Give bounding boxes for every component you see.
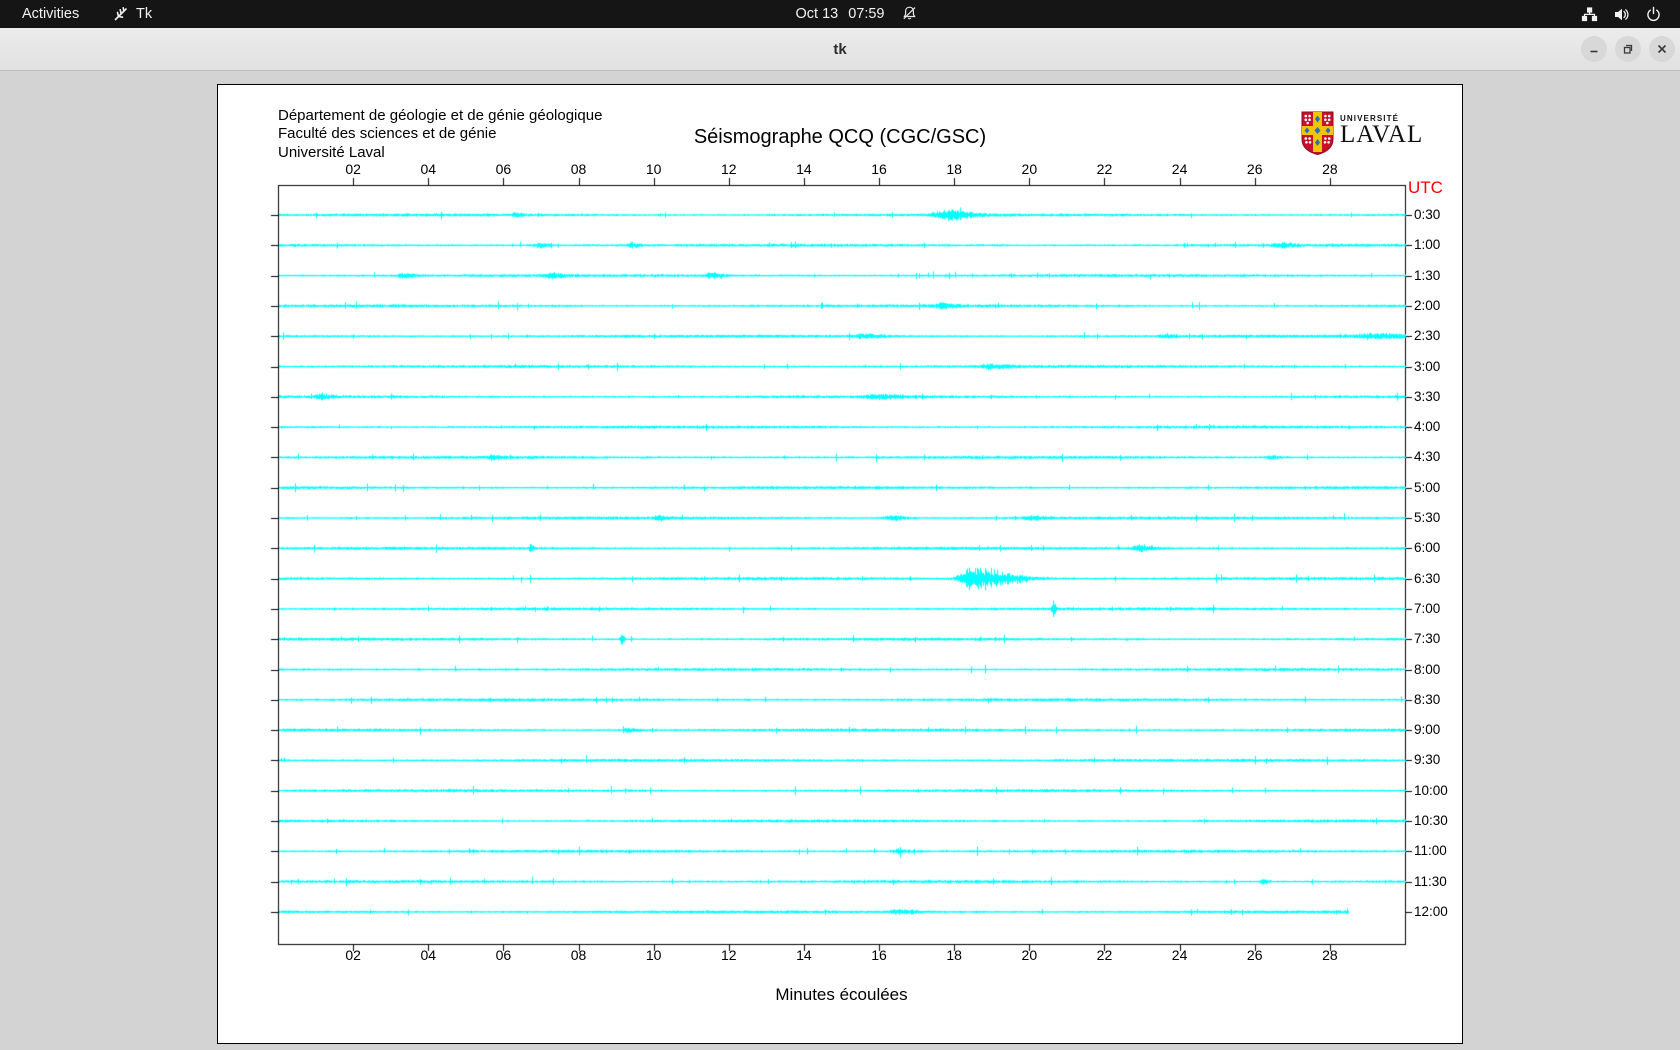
activities-button[interactable]: Activities: [18, 0, 83, 28]
trace-time-label: 5:00: [1414, 479, 1441, 495]
x-axis-caption: Minutes écoulées: [775, 985, 908, 1004]
network-icon: [1581, 6, 1598, 23]
top-bar: Activities Tk Oct 13 07:59: [0, 0, 1680, 28]
x-tick-label-bottom: 10: [645, 947, 662, 963]
universite-laval-logo: UNIVERSITÉ LAVAL: [1301, 111, 1423, 160]
time-label: 07:59: [848, 6, 885, 22]
focused-app-name[interactable]: Tk: [136, 0, 152, 28]
x-tick-label-top: 10: [645, 161, 662, 177]
x-tick-label-top: 16: [871, 161, 887, 177]
trace-time-label: 3:30: [1414, 388, 1441, 404]
header-line-1: Département de géologie et de génie géol…: [278, 107, 603, 124]
seismogram-canvas: [218, 85, 1462, 1043]
x-tick-label-bottom: 26: [1246, 947, 1263, 963]
utc-label: UTC: [1408, 178, 1443, 197]
x-tick-label-bottom: 20: [1021, 947, 1038, 963]
trace-time-label: 10:30: [1414, 813, 1448, 828]
trace-time-label: 6:30: [1414, 570, 1441, 586]
x-tick-label-bottom: 02: [345, 947, 361, 963]
window-title: tk: [833, 40, 847, 58]
trace-time-label: 11:00: [1414, 843, 1447, 859]
close-button[interactable]: [1649, 36, 1675, 62]
window-title-bar[interactable]: tk: [0, 28, 1680, 71]
trace-time-label: 9:30: [1414, 752, 1441, 768]
x-tick-label-top: 06: [495, 161, 512, 177]
laval-shield-icon: [1301, 111, 1334, 160]
bell-slash-icon: [901, 5, 918, 22]
trace-time-label: 2:00: [1414, 297, 1441, 313]
trace-time-label: 9:00: [1414, 722, 1441, 738]
x-tick-label-top: 26: [1246, 161, 1263, 177]
x-tick-label-bottom: 04: [420, 947, 437, 963]
x-tick-label-bottom: 14: [796, 947, 812, 963]
logo-laval-text: LAVAL: [1340, 121, 1424, 148]
trace-time-label: 3:00: [1414, 358, 1441, 374]
x-tick-label-top: 20: [1021, 161, 1038, 177]
x-tick-label-top: 22: [1096, 161, 1113, 177]
seismograph-panel: Département de géologie et de génie géol…: [217, 84, 1463, 1044]
maximize-button[interactable]: [1615, 36, 1641, 62]
x-tick-label-bottom: 16: [871, 947, 887, 963]
system-status-area[interactable]: [1581, 0, 1662, 28]
x-tick-label-top: 04: [420, 161, 437, 177]
seismograph-title: Séismographe QCQ (CGC/GSC): [693, 126, 987, 148]
x-tick-label-bottom: 18: [946, 947, 962, 963]
trace-time-label: 0:30: [1414, 207, 1441, 222]
minimize-button[interactable]: [1581, 36, 1607, 62]
power-icon: [1645, 6, 1662, 23]
x-tick-label-top: 12: [721, 161, 737, 177]
trace-time-label: 2:30: [1414, 328, 1441, 344]
trace-time-label: 1:30: [1414, 267, 1441, 283]
x-tick-label-bottom: 12: [721, 947, 737, 963]
x-tick-label-bottom: 06: [495, 947, 512, 963]
trace-time-label: 7:00: [1414, 600, 1441, 616]
date-label: Oct 13: [795, 6, 839, 22]
trace-time-label: 6:00: [1414, 540, 1441, 556]
trace-time-label: 7:30: [1414, 631, 1441, 647]
x-tick-label-top: 14: [796, 161, 812, 177]
x-tick-label-bottom: 22: [1096, 947, 1113, 963]
x-tick-label-top: 02: [345, 161, 361, 177]
trace-time-label: 4:00: [1414, 419, 1441, 435]
trace-time-label: 10:00: [1414, 782, 1448, 798]
tk-feather-icon: [112, 5, 130, 23]
trace-time-label: 12:00: [1414, 903, 1448, 919]
trace-time-label: 8:00: [1414, 661, 1441, 677]
trace-time-label: 4:30: [1414, 449, 1441, 465]
trace-time-label: 11:30: [1414, 873, 1447, 889]
x-tick-label-bottom: 08: [570, 947, 587, 963]
x-tick-label-top: 08: [570, 161, 587, 177]
volume-icon: [1613, 6, 1630, 23]
trace-time-label: 1:00: [1414, 237, 1441, 253]
clock-button[interactable]: Oct 13 07:59: [795, 0, 884, 28]
x-tick-label-bottom: 24: [1171, 947, 1188, 963]
x-tick-label-bottom: 28: [1322, 947, 1338, 963]
x-tick-label-top: 24: [1171, 161, 1188, 177]
x-tick-label-top: 28: [1322, 161, 1338, 177]
trace-time-label: 8:30: [1414, 691, 1441, 707]
trace-time-label: 5:30: [1414, 510, 1441, 525]
x-tick-label-top: 18: [946, 161, 962, 177]
